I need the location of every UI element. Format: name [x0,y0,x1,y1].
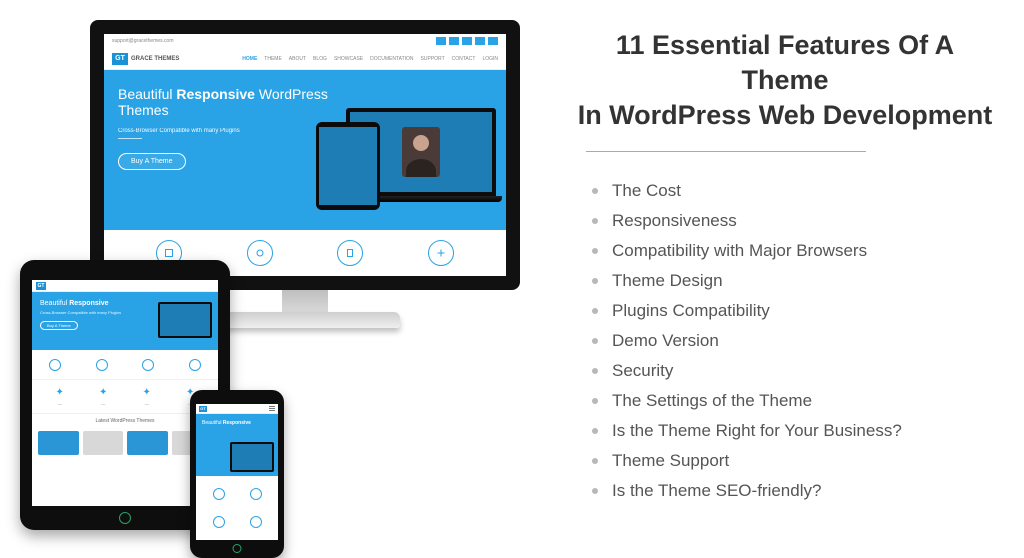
tablet-icons-row [32,350,218,380]
hero-divider [118,138,142,139]
nav-item: DOCUMENTATION [370,56,413,62]
nav-item: THEME [264,56,282,62]
monitor-neck [282,290,328,312]
monitor-bezel: support@gracethemes.com GT GRACE THEMES … [90,20,520,290]
hero-text-bold: Responsive [176,86,255,102]
tablet-cta: Buy A Theme [40,321,78,330]
phone-hero-mockup [230,442,274,472]
site-logo: GT GRACE THEMES [112,53,179,65]
circle-icon [428,240,454,266]
hero-cta-button: Buy A Theme [118,153,186,170]
logo-mark: GT [112,53,128,65]
person-graphic [402,127,440,177]
list-item: The Cost [592,176,1000,206]
tablet-hero-mockup [158,302,212,338]
hero-banner: Beautiful Responsive WordPress Themes Cr… [104,70,506,230]
devices-showcase: support@gracethemes.com GT GRACE THEMES … [20,20,550,520]
phone-device: GT Beautiful Responsive [190,390,284,558]
topbar-contact: support@gracethemes.com [112,38,174,44]
title-line: 11 Essential Features Of A Theme [616,30,954,95]
list-item: Plugins Compatibility [592,296,1000,326]
list-item: Responsiveness [592,206,1000,236]
social-icons [436,37,498,45]
logo-mark: GT [36,282,46,290]
phone-home-button [233,544,242,553]
hamburger-icon [269,406,275,411]
features-list: The Cost Responsiveness Compatibility wi… [570,176,1000,506]
phone-screen: GT Beautiful Responsive [196,404,278,540]
monitor-base [210,312,400,328]
list-item: Security [592,356,1000,386]
monitor-screen: support@gracethemes.com GT GRACE THEMES … [104,34,506,276]
mini-tablet [316,122,380,210]
topbar: support@gracethemes.com [104,34,506,48]
main-nav: GT GRACE THEMES HOME THEME ABOUT BLOG SH… [104,48,506,70]
logo-text: GRACE THEMES [131,56,179,62]
logo-mark: GT [199,406,207,412]
list-item: Is the Theme SEO-friendly? [592,476,1000,506]
phone-hero: Beautiful Responsive [196,414,278,476]
nav-item: ABOUT [289,56,306,62]
phone-hero-text: Beautiful Responsive [202,420,272,426]
tablet-nav: GT [32,280,218,292]
list-item: Demo Version [592,326,1000,356]
nav-item: SUPPORT [421,56,445,62]
tablet-home-button [119,512,131,524]
nav-item: LOGIN [482,56,498,62]
list-item: The Settings of the Theme [592,386,1000,416]
tablet-hero: Beautiful Responsive Cross-Browser Compa… [32,292,218,350]
phone-nav: GT [196,404,278,414]
list-item: Is the Theme Right for Your Business? [592,416,1000,446]
nav-item: BLOG [313,56,327,62]
nav-links: HOME THEME ABOUT BLOG SHOWCASE DOCUMENTA… [242,56,498,62]
hero-text: Beautiful [118,86,176,102]
list-item: Theme Support [592,446,1000,476]
circle-icon [247,240,273,266]
title-line: In WordPress Web Development [578,100,993,130]
nav-item: SHOWCASE [334,56,363,62]
phone-icons-grid [196,476,278,540]
list-item: Theme Design [592,266,1000,296]
page-title: 11 Essential Features Of A Theme In Word… [570,28,1000,133]
hero-text: Themes [118,102,169,118]
content-column: 11 Essential Features Of A Theme In Word… [570,28,1000,506]
title-underline [586,151,866,152]
nav-item: HOME [242,56,257,62]
list-item: Compatibility with Major Browsers [592,236,1000,266]
hero-device-mockup [316,90,496,210]
circle-icon [337,240,363,266]
nav-item: CONTACT [452,56,476,62]
